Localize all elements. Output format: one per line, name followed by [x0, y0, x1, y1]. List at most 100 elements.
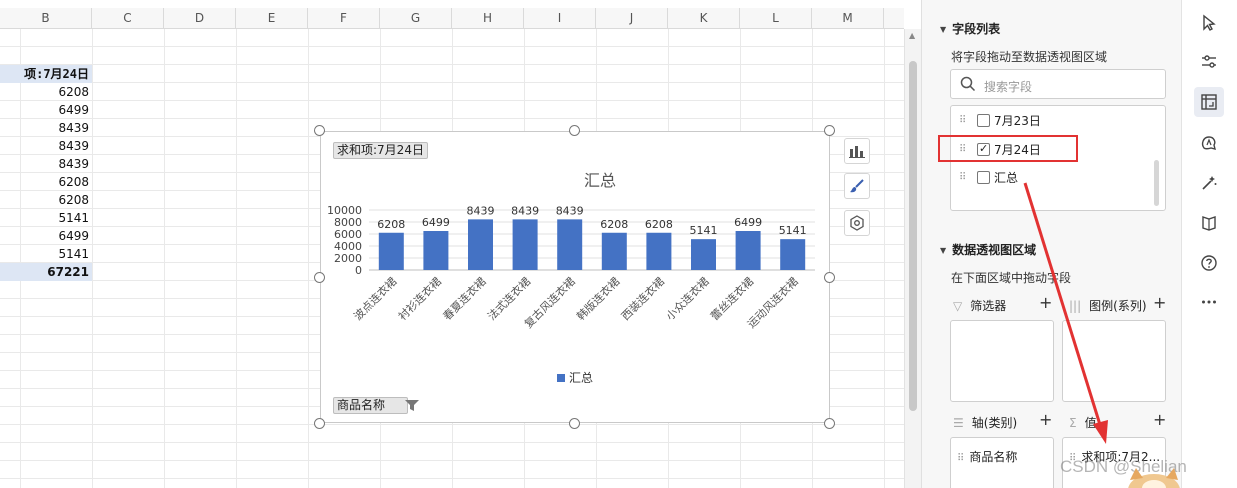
- value-cell[interactable]: 6499: [0, 101, 92, 119]
- legend-drop-zone[interactable]: [1062, 320, 1166, 402]
- resize-handle-top[interactable]: [569, 125, 580, 136]
- pivot-panel-button[interactable]: [1194, 87, 1224, 117]
- value-cell[interactable]: 6208: [0, 173, 92, 191]
- field-search-input[interactable]: 搜索字段: [950, 69, 1166, 99]
- ai-assistant-button[interactable]: [1194, 128, 1224, 158]
- data-label: 5141: [779, 224, 807, 237]
- value-cell[interactable]: 6208: [0, 83, 92, 101]
- help-icon: [1201, 255, 1217, 271]
- column-header-i[interactable]: I: [524, 8, 596, 29]
- category-label: 蕾丝连衣裙: [707, 274, 756, 323]
- side-toolbar: [1181, 0, 1237, 488]
- value-cell[interactable]: 8439: [0, 155, 92, 173]
- smart-tools-button[interactable]: [1194, 168, 1224, 198]
- field-item-7-23[interactable]: ⠿ 7月23日: [959, 112, 1041, 130]
- bar: [780, 239, 806, 270]
- field-item-total[interactable]: ⠿ 汇总: [959, 169, 1018, 187]
- drag-grip-icon[interactable]: ⠿: [959, 169, 969, 187]
- chart-elements-button[interactable]: [844, 138, 870, 164]
- resize-handle-left[interactable]: [314, 272, 325, 283]
- select-tool-button[interactable]: [1194, 8, 1224, 38]
- legend-label: 汇总: [569, 371, 593, 385]
- sliders-icon: [1202, 55, 1216, 68]
- category-label: 衬衫连衣裙: [395, 274, 444, 323]
- book-icon: [1202, 216, 1216, 231]
- column-header-h[interactable]: H: [452, 8, 524, 29]
- value-cell[interactable]: 6499: [0, 227, 92, 245]
- data-label: 6208: [377, 218, 405, 231]
- add-legend-plus-icon[interactable]: +: [1153, 293, 1166, 312]
- chart-settings-button[interactable]: [844, 210, 870, 236]
- filter-drop-zone[interactable]: [950, 320, 1054, 402]
- resize-handle-bottom-left[interactable]: [314, 418, 325, 429]
- bar: [378, 232, 404, 270]
- bar: [691, 239, 716, 270]
- legend-area-header: ||| 图例(系列): [1069, 297, 1147, 314]
- column-header-b[interactable]: B: [0, 8, 92, 29]
- more-icon: [1202, 300, 1216, 304]
- column-header-g[interactable]: G: [380, 8, 452, 29]
- resize-handle-top-left[interactable]: [314, 125, 325, 136]
- column-header-l[interactable]: L: [740, 8, 812, 29]
- field-checkbox[interactable]: [977, 171, 990, 184]
- resize-handle-right[interactable]: [824, 272, 835, 283]
- add-values-plus-icon[interactable]: +: [1153, 410, 1166, 429]
- field-list-scrollbar[interactable]: [1154, 160, 1159, 206]
- value-cell[interactable]: 8439: [0, 119, 92, 137]
- reading-mode-button[interactable]: [1194, 208, 1224, 238]
- field-label: 7月23日: [994, 114, 1041, 128]
- axis-field-button[interactable]: 商品名称: [333, 397, 420, 414]
- bar-chart-icon: [849, 146, 865, 158]
- column-header-d[interactable]: D: [164, 8, 236, 29]
- field-list-section-header[interactable]: ▼ 字段列表: [940, 20, 1000, 37]
- value-field-button[interactable]: 求和项:7月24日: [333, 142, 428, 159]
- help-button[interactable]: [1194, 248, 1224, 278]
- resize-handle-bottom[interactable]: [569, 418, 580, 429]
- column-header-e[interactable]: E: [236, 8, 308, 29]
- field-checkbox[interactable]: [977, 114, 990, 127]
- category-label: 春夏连衣裙: [440, 274, 489, 323]
- value-cell[interactable]: 5141: [0, 245, 92, 263]
- axis-field-label: 商品名称: [337, 398, 386, 412]
- scrollbar-thumb[interactable]: [909, 61, 917, 411]
- category-label: 小众连衣裙: [663, 274, 712, 323]
- drag-grip-icon[interactable]: ⠿: [957, 453, 964, 464]
- data-label: 8439: [556, 204, 584, 217]
- add-filter-plus-icon[interactable]: +: [1039, 293, 1052, 312]
- column-header-m[interactable]: M: [812, 8, 884, 29]
- more-button[interactable]: [1194, 287, 1224, 317]
- scroll-up-arrow-icon[interactable]: ▲: [909, 31, 915, 40]
- chart-canvas: 汇总 0200040006000800010000 6208 波点连衣裙 6499 衬衫连…: [327, 171, 815, 385]
- properties-button[interactable]: [1194, 47, 1224, 77]
- column-header-j[interactable]: J: [596, 8, 668, 29]
- pivot-chart[interactable]: 汇总 0 2000 4000 6000 8000 10000 6208 波点连衣裙 6499 衬衫连…: [320, 131, 830, 423]
- category-label: 法式连衣裙: [484, 274, 533, 323]
- add-axis-plus-icon[interactable]: +: [1039, 410, 1052, 429]
- value-cell[interactable]: 5141: [0, 209, 92, 227]
- column-header-k[interactable]: K: [668, 8, 740, 29]
- search-icon: [960, 76, 976, 92]
- collapse-triangle-icon: ▼: [940, 25, 947, 34]
- bar: [512, 219, 538, 270]
- data-label: 6208: [645, 218, 673, 231]
- spreadsheet[interactable]: B C D E F G H I J K L M 项:7月24日 6208 649…: [0, 0, 904, 488]
- resize-handle-bottom-right[interactable]: [824, 418, 835, 429]
- axis-field-chip[interactable]: ⠿ 商品名称: [957, 448, 1017, 465]
- total-cell[interactable]: 67221: [0, 263, 92, 281]
- value-cell[interactable]: 6208: [0, 191, 92, 209]
- data-label: 6208: [600, 218, 628, 231]
- resize-handle-top-right[interactable]: [824, 125, 835, 136]
- vertical-scrollbar[interactable]: ▲: [904, 29, 921, 488]
- axis-drop-zone[interactable]: ⠿ 商品名称: [950, 437, 1054, 488]
- column-header-f[interactable]: F: [308, 8, 380, 29]
- drag-grip-icon[interactable]: ⠿: [959, 112, 969, 130]
- rows-icon: ☰: [953, 416, 964, 430]
- value-cell[interactable]: 8439: [0, 137, 92, 155]
- chart-style-button[interactable]: [844, 173, 870, 199]
- y-tick-label: 8000: [334, 216, 362, 229]
- sigma-icon: Σ: [1069, 416, 1077, 430]
- pivot-icon: [1201, 94, 1217, 110]
- column-header-c[interactable]: C: [92, 8, 164, 29]
- pivot-area-section-header[interactable]: ▼ 数据透视图区域: [940, 241, 1036, 258]
- pivot-header-cell[interactable]: 项:7月24日: [0, 65, 92, 83]
